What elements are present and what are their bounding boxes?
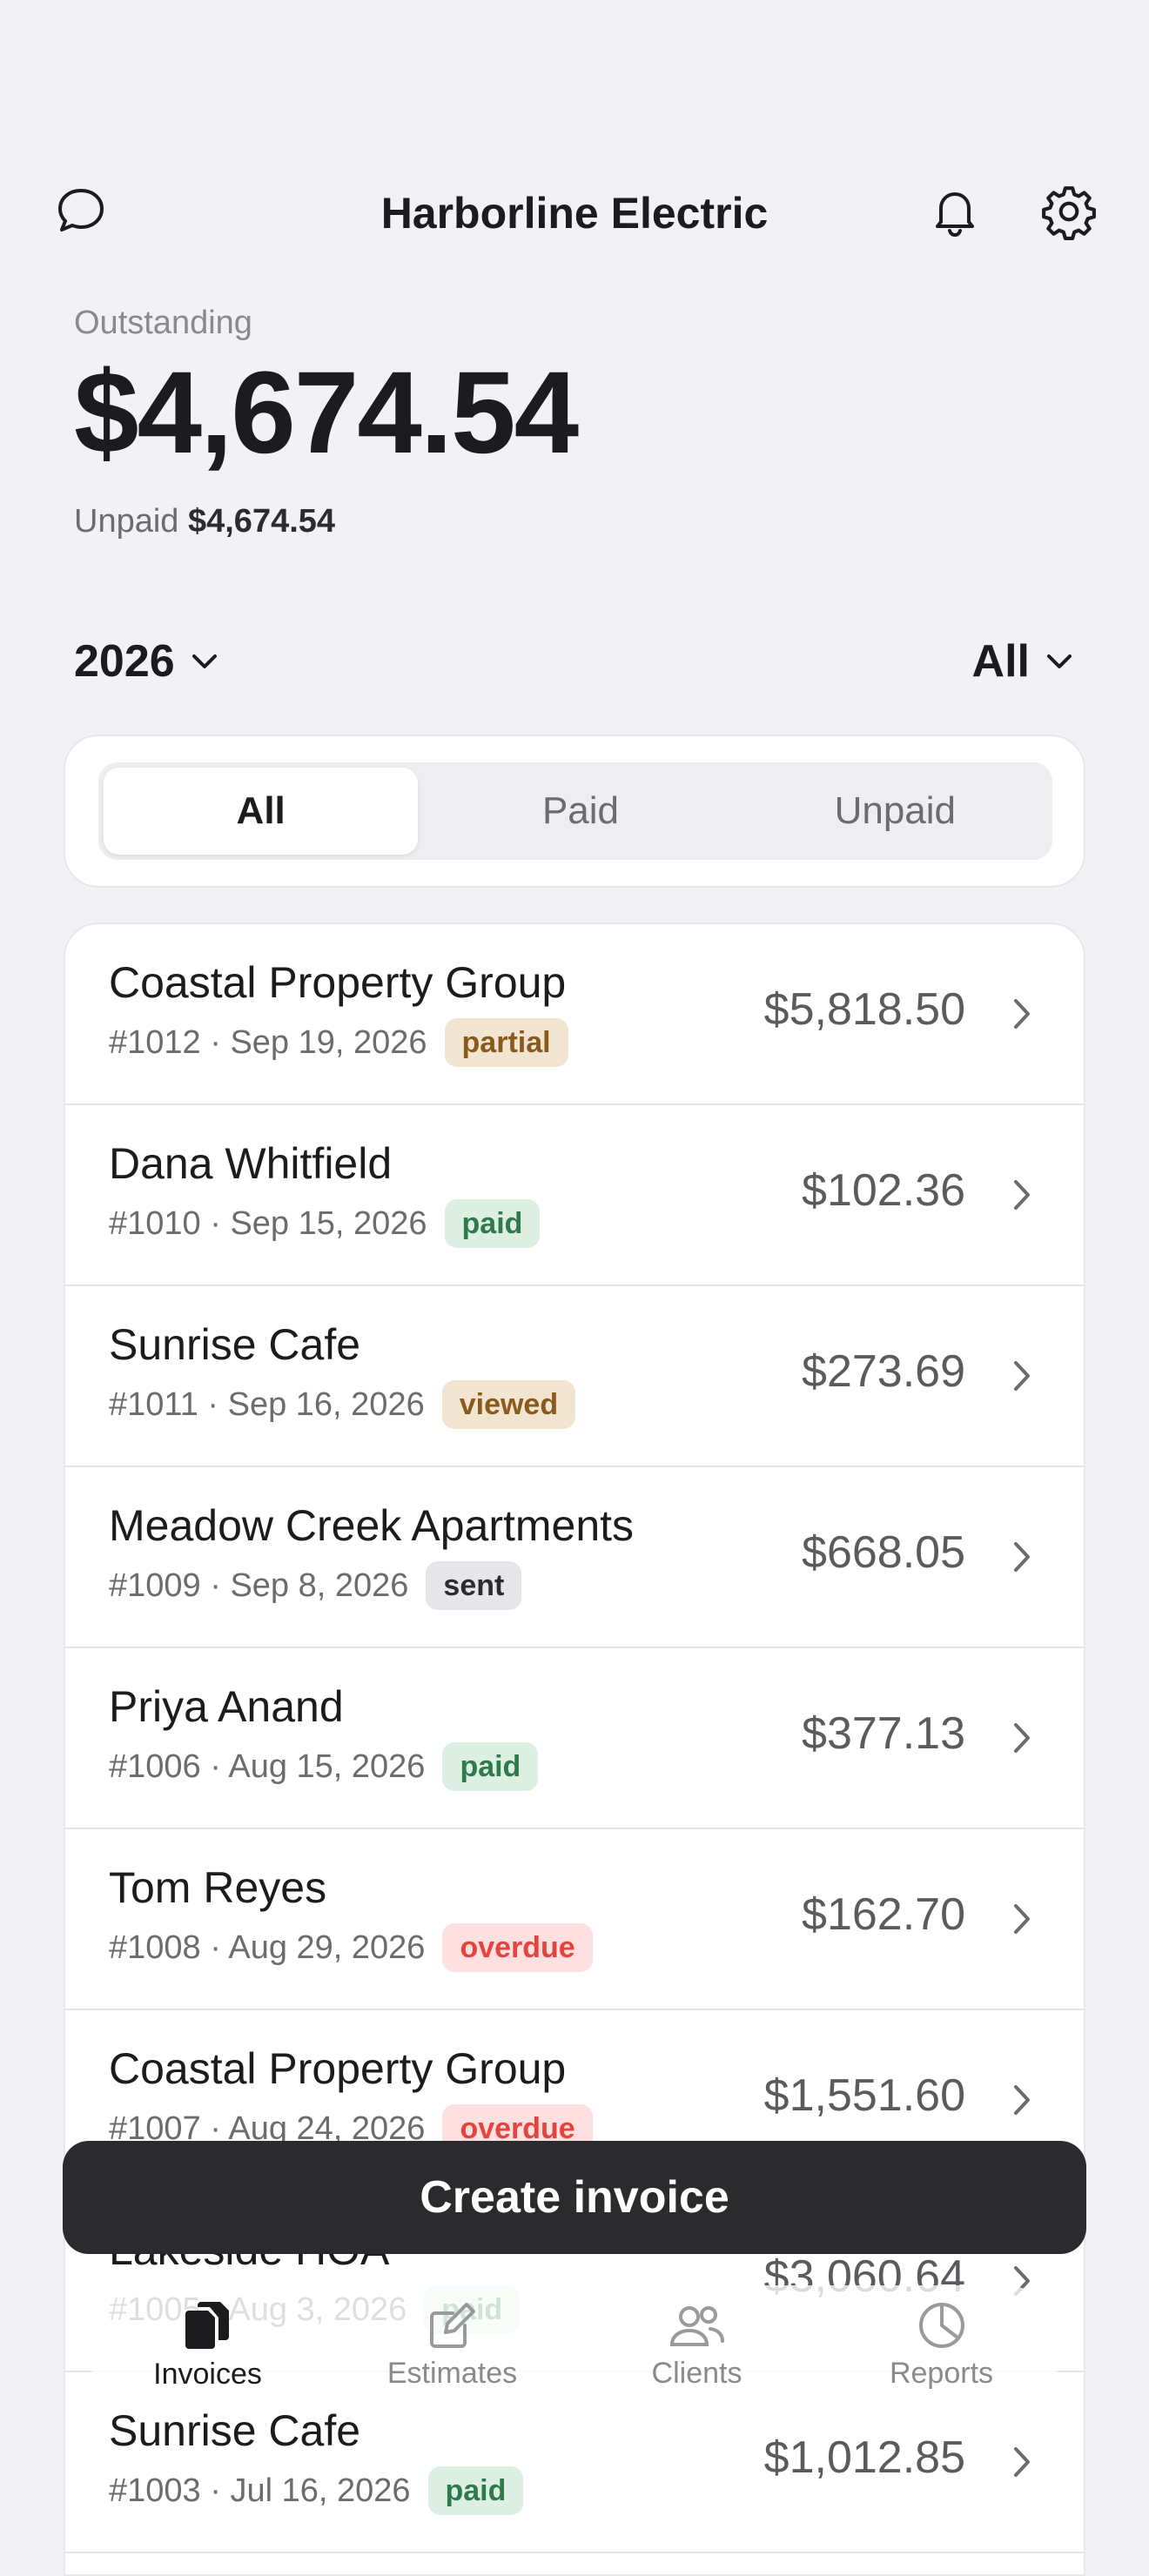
client-name: Coastal Property Group [109,2044,567,2093]
tab-estimates[interactable]: Estimates [330,2285,574,2404]
tab-clients[interactable]: Clients [574,2285,819,2404]
chevron-down-icon [1047,654,1072,668]
invoice-amount: $1,012.85 [763,2432,965,2483]
invoice-amount: $377.13 [802,1708,965,1759]
segment-all[interactable]: All [104,768,419,855]
invoice-meta: #1009 · Sep 8, 2026 sent [109,1561,522,1610]
year-value: 2026 [74,636,175,687]
chevron-right-icon [1014,1542,1030,1572]
edit-icon [429,2302,475,2348]
documents-icon [185,2301,229,2349]
unpaid-label: Unpaid [74,503,179,540]
invoice-amount: $273.69 [802,1346,965,1397]
status-badge: overdue [442,1923,593,1972]
invoice-amount: $668.05 [802,1527,965,1578]
invoice-amount: $162.70 [802,1889,965,1940]
status-filter-value: All [971,636,1030,687]
outstanding-amount: $4,674.54 [74,348,579,478]
invoice-row[interactable]: Coastal Property Group #1012 · Sep 19, 20… [65,924,1084,1105]
invoice-number-date: #1008 · Aug 29, 2026 [109,1929,426,1966]
status-badge: sent [426,1561,522,1610]
client-name: Meadow Creek Apartments [109,1501,635,1550]
tab-label: Invoices [153,2357,262,2391]
segment-unpaid[interactable]: Unpaid [738,762,1052,860]
invoice-meta: #1011 · Sep 16, 2026 viewed [109,1380,576,1429]
tab-label: Clients [651,2356,742,2390]
bell-icon[interactable] [916,172,994,251]
client-name: Sunrise Cafe [109,1320,361,1369]
invoice-number-date: #1010 · Sep 15, 2026 [109,1204,427,1242]
segment-paid[interactable]: Paid [423,762,737,860]
invoice-row[interactable]: Dana Whitfield #1010 · Sep 15, 2026 paid $1… [65,1105,1084,1286]
invoice-meta: #1006 · Aug 15, 2026 paid [109,1742,539,1791]
invoice-number-date: #1011 · Sep 16, 2026 [109,1385,425,1423]
people-icon [669,2305,724,2346]
invoice-number-date: #1003 · Jul 16, 2026 [109,2472,411,2509]
gear-icon[interactable] [1030,172,1108,251]
segment-card: All Paid Unpaid [64,735,1085,888]
chevron-right-icon [1014,1723,1030,1753]
invoice-meta: #1012 · Sep 19, 2026 partial [109,1018,568,1067]
chevron-right-icon [1014,2085,1030,2115]
status-badge: paid [442,1742,539,1791]
unpaid-amount: $4,674.54 [187,503,336,540]
pie-chart-icon [918,2302,964,2348]
invoice-number-date: #1012 · Sep 19, 2026 [109,1023,427,1061]
status-badge: paid [427,2466,524,2515]
status-badge: partial [444,1018,568,1067]
invoice-meta: #1010 · Sep 15, 2026 paid [109,1199,541,1248]
client-name: Tom Reyes [109,1863,327,1912]
client-name: Dana Whitfield [109,1139,393,1188]
create-invoice-button[interactable]: Create invoice [63,2141,1086,2254]
tab-label: Reports [889,2356,994,2390]
outstanding-label: Outstanding [74,305,252,341]
year-selector[interactable]: 2026 [74,635,220,688]
invoice-number-date: #1006 · Aug 15, 2026 [109,1748,426,1785]
chevron-right-icon [1014,1904,1030,1934]
status-badge: viewed [441,1380,576,1429]
invoice-amount: $1,551.60 [763,2070,965,2121]
invoice-row[interactable]: Meadow Creek Apartments #1009 · Sep 8, 20… [65,1467,1084,1648]
chevron-down-icon [192,654,217,668]
client-name: Coastal Property Group [109,958,567,1007]
invoice-meta: #1003 · Jul 16, 2026 paid [109,2466,524,2515]
invoice-row[interactable]: Sunrise Cafe #1011 · Sep 16, 2026 viewed $2… [65,1286,1084,1467]
chevron-right-icon [1014,999,1030,1029]
invoice-number-date: #1009 · Sep 8, 2026 [109,1566,409,1604]
chevron-right-icon [1014,2447,1030,2477]
tab-bar: Invoices Estimates Clients Reports [85,2285,1064,2404]
tab-label: Estimates [386,2356,518,2390]
unpaid-summary: Unpaid $4,674.54 [74,503,335,540]
invoice-meta: #1008 · Aug 29, 2026 overdue [109,1923,593,1972]
segmented-control: All Paid Unpaid [98,762,1052,860]
status-badge: paid [444,1199,541,1248]
invoice-amount: $5,818.50 [763,984,965,1035]
status-filter-selector[interactable]: All [972,635,1075,688]
chevron-right-icon [1014,1180,1030,1210]
invoice-row[interactable]: Tom Reyes #1008 · Aug 29, 2026 overdue $162… [65,1829,1084,2010]
chevron-right-icon [1014,1361,1030,1391]
client-name: Priya Anand [109,1682,344,1731]
invoice-row[interactable]: Priya Anand #1006 · Aug 15, 2026 paid $377.… [65,1648,1084,1829]
tab-invoices[interactable]: Invoices [85,2285,330,2404]
invoice-amount: $102.36 [802,1165,965,1216]
tab-reports[interactable]: Reports [819,2285,1064,2404]
client-name: Sunrise Cafe [109,2406,361,2455]
